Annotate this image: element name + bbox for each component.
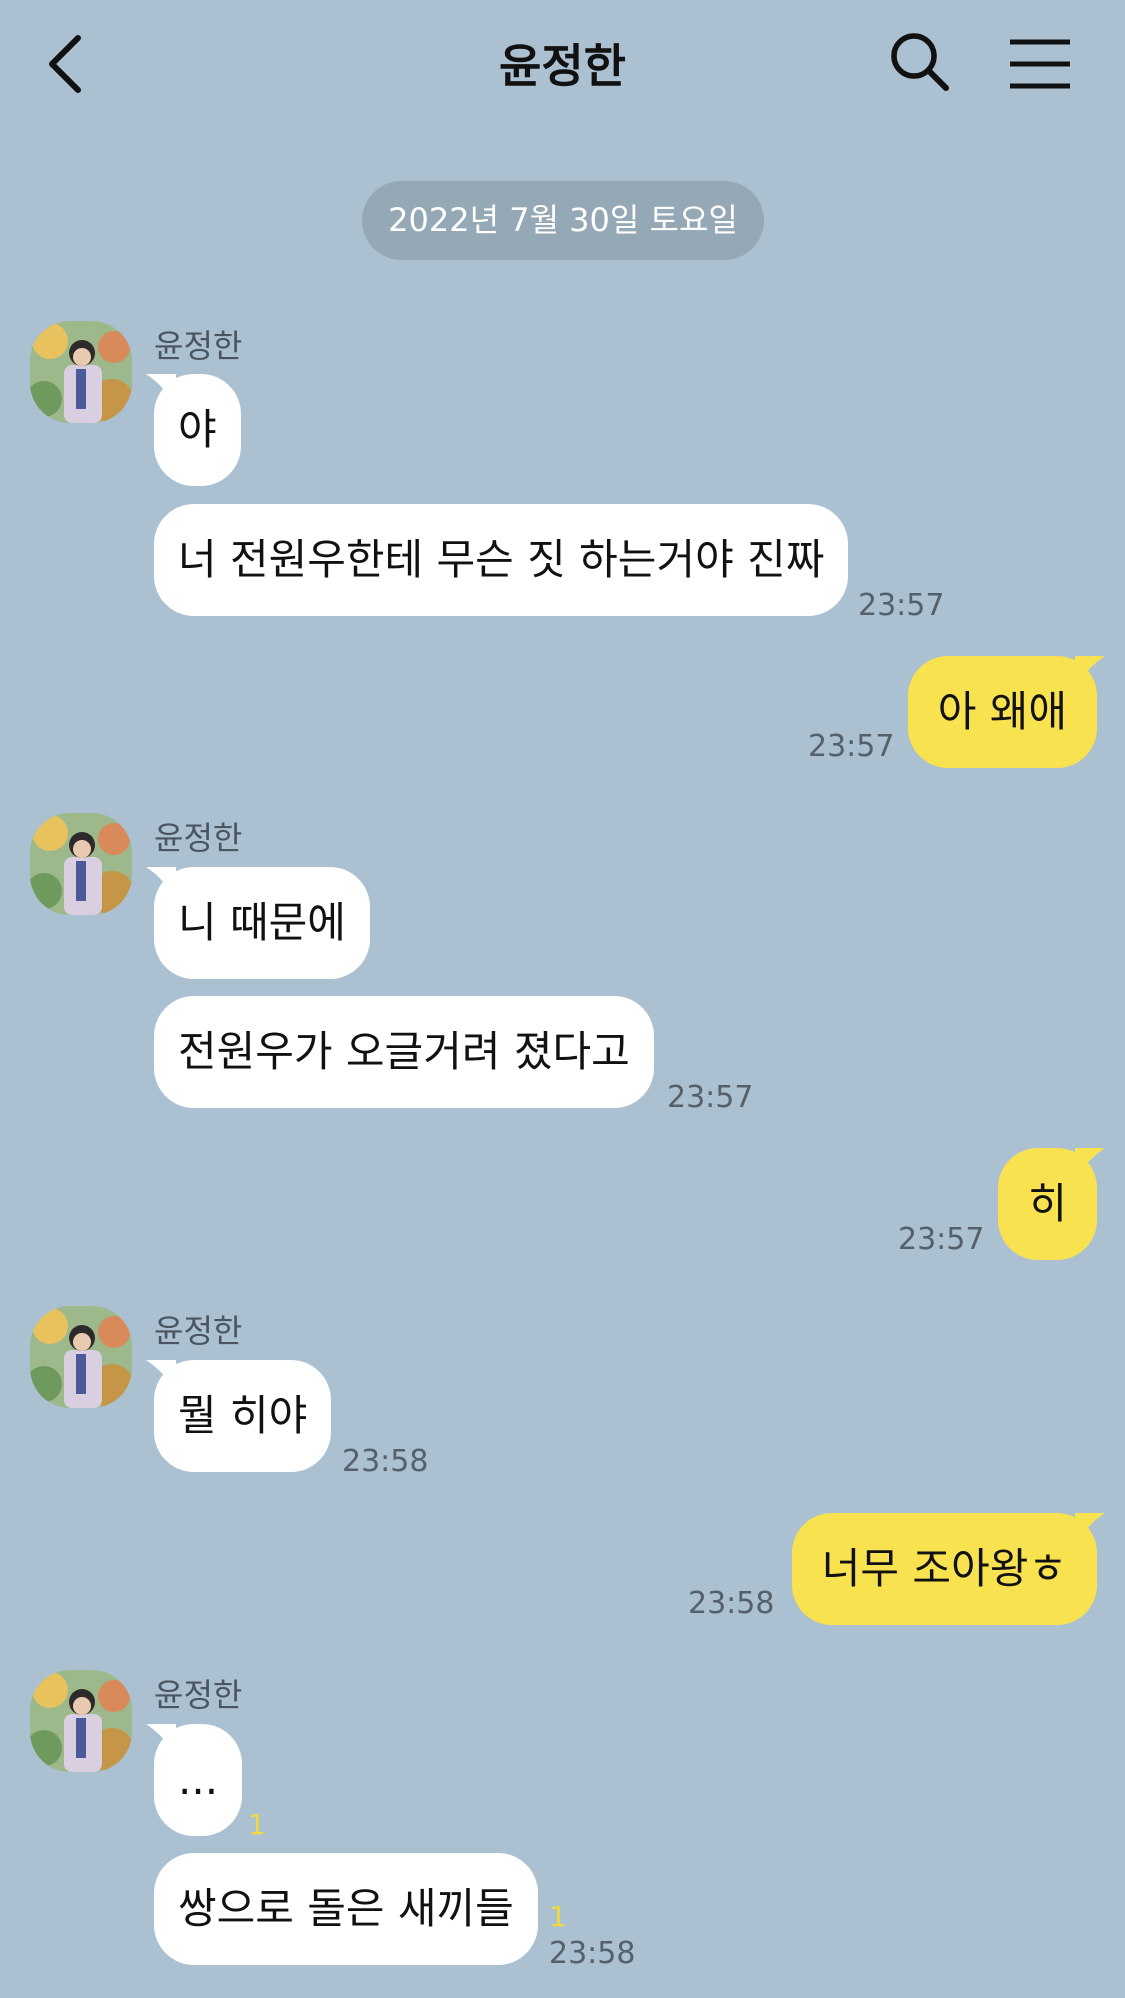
bubble-tail xyxy=(146,1724,176,1758)
menu-button[interactable] xyxy=(1008,36,1072,92)
message-text: 야 xyxy=(178,405,217,454)
message-timestamp: 23:58 xyxy=(688,1586,775,1621)
bubble-tail xyxy=(146,374,176,408)
message-timestamp: 23:57 xyxy=(667,1080,754,1115)
sender-name: 윤정한 xyxy=(154,327,243,365)
sender-name: 윤정한 xyxy=(154,819,243,857)
unread-count: 1 xyxy=(549,1900,567,1933)
message-text: 쌍으로 돌은 새끼들 xyxy=(178,1884,514,1933)
message-text: 너 전원우한테 무슨 짓 하는거야 진짜 xyxy=(178,535,825,584)
incoming-message-bubble[interactable]: 야 xyxy=(146,374,241,486)
bubble-tail xyxy=(146,1360,176,1394)
bubble-tail xyxy=(1075,656,1105,690)
chat-title: 윤정한 xyxy=(499,39,626,93)
bubble-tail xyxy=(146,867,176,901)
message-text: 전원우가 오글거려 졌다고 xyxy=(178,1027,630,1076)
avatar[interactable] xyxy=(30,813,132,915)
profile-photo xyxy=(30,813,132,915)
message-text: 히 xyxy=(1028,1179,1067,1228)
incoming-message-bubble[interactable]: ... xyxy=(146,1724,243,1836)
unread-count: 1 xyxy=(248,1808,266,1841)
sender-name: 윤정한 xyxy=(154,1312,243,1350)
incoming-message-bubble[interactable]: 너 전원우한테 무슨 짓 하는거야 진짜 xyxy=(154,504,849,616)
message-text: 니 때문에 xyxy=(178,898,346,947)
hamburger-menu-icon xyxy=(1010,39,1070,89)
outgoing-message-bubble[interactable]: 너무 조아왕ㅎ xyxy=(791,1513,1105,1625)
incoming-message-bubble[interactable]: 뭘 히야 xyxy=(146,1360,332,1472)
bubble-tail xyxy=(1075,1513,1105,1547)
message-timestamp: 23:58 xyxy=(549,1936,636,1971)
message-text: 아 왜애 xyxy=(937,687,1067,736)
message-timestamp: 23:57 xyxy=(898,1222,985,1257)
profile-photo xyxy=(30,321,132,423)
avatar[interactable] xyxy=(30,1670,132,1772)
bubble-tail xyxy=(1075,1148,1105,1182)
incoming-message-bubble[interactable]: 전원우가 오글거려 졌다고 xyxy=(154,996,654,1108)
incoming-message-bubble[interactable]: 니 때문에 xyxy=(146,867,370,979)
avatar[interactable] xyxy=(30,1306,132,1408)
sender-name: 윤정한 xyxy=(154,1676,243,1714)
message-text: ... xyxy=(178,1755,219,1804)
incoming-message-bubble[interactable]: 쌍으로 돌은 새끼들 xyxy=(154,1853,538,1965)
outgoing-message-bubble[interactable]: 히 xyxy=(998,1148,1105,1260)
chat-header: 윤정한 xyxy=(0,0,1125,130)
message-text: 뭘 히야 xyxy=(178,1391,308,1440)
date-divider: 2022년 7월 30일 토요일 xyxy=(362,181,764,260)
message-timestamp: 23:57 xyxy=(858,588,945,623)
profile-photo xyxy=(30,1306,132,1408)
message-text: 너무 조아왕ㅎ xyxy=(821,1544,1067,1593)
message-timestamp: 23:57 xyxy=(808,729,895,764)
profile-photo xyxy=(30,1670,132,1772)
search-button[interactable] xyxy=(888,30,952,94)
avatar[interactable] xyxy=(30,321,132,423)
outgoing-message-bubble[interactable]: 아 왜애 xyxy=(907,656,1105,768)
search-icon xyxy=(891,33,949,91)
message-timestamp: 23:58 xyxy=(342,1444,429,1479)
